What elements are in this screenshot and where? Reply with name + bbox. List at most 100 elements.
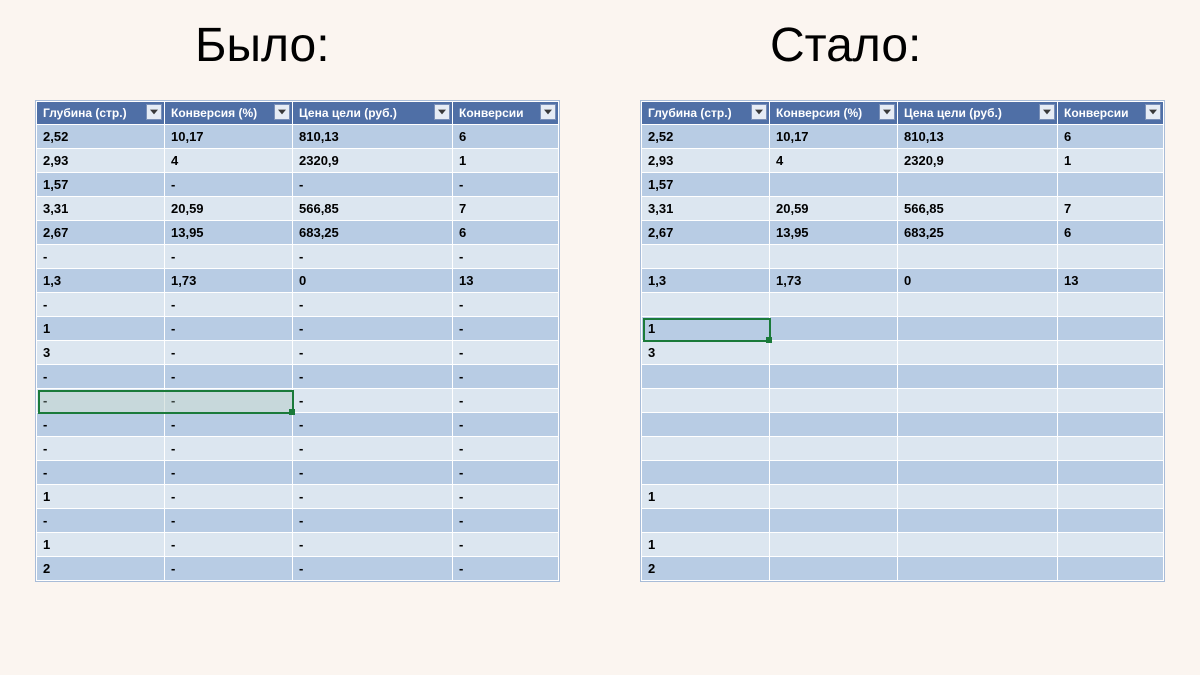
cell[interactable]: [770, 245, 898, 269]
cell[interactable]: -: [165, 245, 293, 269]
cell[interactable]: [770, 317, 898, 341]
cell[interactable]: -: [37, 461, 165, 485]
filter-dropdown-icon[interactable]: [879, 104, 895, 120]
cell[interactable]: [898, 365, 1058, 389]
column-header[interactable]: Конверсии: [453, 102, 559, 125]
cell[interactable]: [1058, 365, 1164, 389]
cell[interactable]: -: [293, 509, 453, 533]
cell[interactable]: 3,31: [37, 197, 165, 221]
cell[interactable]: 1: [642, 317, 770, 341]
cell[interactable]: 1,3: [642, 269, 770, 293]
cell[interactable]: [1058, 437, 1164, 461]
cell[interactable]: [898, 173, 1058, 197]
cell[interactable]: [898, 389, 1058, 413]
column-header[interactable]: Глубина (стр.): [642, 102, 770, 125]
cell[interactable]: [1058, 461, 1164, 485]
column-header[interactable]: Конверсии: [1058, 102, 1164, 125]
cell[interactable]: 6: [1058, 221, 1164, 245]
cell[interactable]: -: [37, 389, 165, 413]
cell[interactable]: 3: [37, 341, 165, 365]
cell[interactable]: [770, 293, 898, 317]
cell[interactable]: -: [293, 461, 453, 485]
table-row[interactable]: [642, 293, 1164, 317]
cell[interactable]: -: [293, 245, 453, 269]
cell[interactable]: [770, 437, 898, 461]
cell[interactable]: 810,13: [293, 125, 453, 149]
table-row[interactable]: 1,31,73013: [37, 269, 559, 293]
cell[interactable]: [1058, 557, 1164, 581]
table-row[interactable]: [642, 389, 1164, 413]
cell[interactable]: 1,3: [37, 269, 165, 293]
cell[interactable]: -: [453, 341, 559, 365]
cell[interactable]: [770, 389, 898, 413]
cell[interactable]: -: [37, 413, 165, 437]
cell[interactable]: -: [293, 533, 453, 557]
cell[interactable]: [898, 485, 1058, 509]
table-row[interactable]: ----: [37, 461, 559, 485]
cell[interactable]: -: [165, 365, 293, 389]
cell[interactable]: -: [293, 317, 453, 341]
table-row[interactable]: 2---: [37, 557, 559, 581]
table-row[interactable]: 2,9342320,91: [37, 149, 559, 173]
cell[interactable]: [1058, 389, 1164, 413]
cell[interactable]: 0: [898, 269, 1058, 293]
cell[interactable]: 566,85: [293, 197, 453, 221]
cell[interactable]: 1: [37, 485, 165, 509]
cell[interactable]: -: [165, 437, 293, 461]
table-row[interactable]: 1: [642, 485, 1164, 509]
cell[interactable]: 1,57: [37, 173, 165, 197]
table-row[interactable]: 2,5210,17810,136: [37, 125, 559, 149]
cell[interactable]: -: [37, 437, 165, 461]
cell[interactable]: -: [165, 173, 293, 197]
table-row[interactable]: 1: [642, 317, 1164, 341]
table-row[interactable]: 2,9342320,91: [642, 149, 1164, 173]
table-row[interactable]: 3---: [37, 341, 559, 365]
cell[interactable]: 1: [37, 533, 165, 557]
cell[interactable]: -: [165, 461, 293, 485]
cell[interactable]: -: [165, 341, 293, 365]
cell[interactable]: 2320,9: [898, 149, 1058, 173]
cell[interactable]: [1058, 533, 1164, 557]
cell[interactable]: -: [293, 413, 453, 437]
table-row[interactable]: [642, 461, 1164, 485]
cell[interactable]: [898, 413, 1058, 437]
table-row[interactable]: 1---: [37, 533, 559, 557]
cell[interactable]: 4: [165, 149, 293, 173]
cell[interactable]: 4: [770, 149, 898, 173]
cell[interactable]: -: [165, 317, 293, 341]
table-row[interactable]: [642, 413, 1164, 437]
cell[interactable]: 20,59: [770, 197, 898, 221]
cell[interactable]: [770, 557, 898, 581]
cell[interactable]: -: [37, 245, 165, 269]
cell[interactable]: [770, 485, 898, 509]
cell[interactable]: -: [453, 293, 559, 317]
cell[interactable]: -: [453, 557, 559, 581]
cell[interactable]: -: [293, 293, 453, 317]
cell[interactable]: 0: [293, 269, 453, 293]
cell[interactable]: [642, 245, 770, 269]
cell[interactable]: [770, 509, 898, 533]
cell[interactable]: -: [293, 485, 453, 509]
cell[interactable]: [898, 245, 1058, 269]
cell[interactable]: -: [453, 365, 559, 389]
table-before[interactable]: Глубина (стр.)Конверсия (%)Цена цели (ру…: [36, 101, 559, 581]
table-row[interactable]: 3,3120,59566,857: [642, 197, 1164, 221]
cell[interactable]: [642, 509, 770, 533]
table-row[interactable]: 3: [642, 341, 1164, 365]
cell[interactable]: -: [165, 413, 293, 437]
table-row[interactable]: ----: [37, 245, 559, 269]
cell[interactable]: -: [293, 341, 453, 365]
table-row[interactable]: ----: [37, 389, 559, 413]
cell[interactable]: [642, 389, 770, 413]
cell[interactable]: [770, 341, 898, 365]
cell[interactable]: [898, 533, 1058, 557]
cell[interactable]: [898, 293, 1058, 317]
cell[interactable]: [1058, 413, 1164, 437]
column-header[interactable]: Глубина (стр.): [37, 102, 165, 125]
cell[interactable]: -: [293, 389, 453, 413]
column-header[interactable]: Цена цели (руб.): [293, 102, 453, 125]
cell[interactable]: 2,67: [37, 221, 165, 245]
cell[interactable]: [642, 293, 770, 317]
filter-dropdown-icon[interactable]: [540, 104, 556, 120]
cell[interactable]: -: [293, 557, 453, 581]
